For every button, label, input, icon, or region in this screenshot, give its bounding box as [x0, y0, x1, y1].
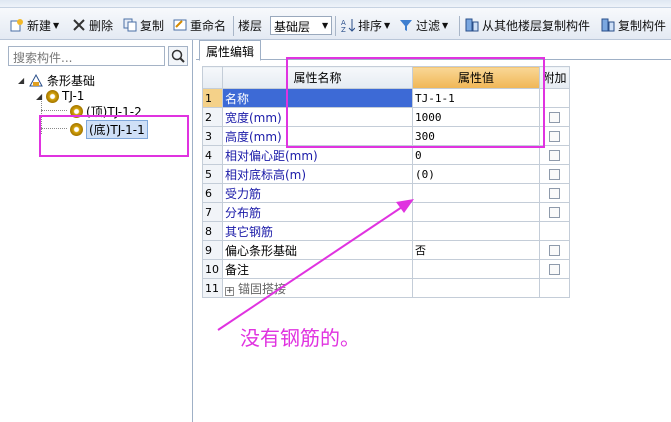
- extra-checkbox[interactable]: [549, 131, 560, 142]
- property-name-cell[interactable]: 受力筋: [222, 183, 413, 203]
- rename-icon: [173, 18, 187, 32]
- collapse-icon[interactable]: ◢: [18, 76, 28, 85]
- copy-component-button[interactable]: 复制构件: [601, 14, 666, 36]
- table-row[interactable]: 8 其它钢筋: [202, 221, 570, 241]
- extra-checkbox[interactable]: [549, 264, 560, 275]
- component-tree-panel: 搜索构件... ◢ 条形基础 ◢ TJ-1 (顶)TJ-1-2 (底)TJ-1-…: [0, 40, 193, 422]
- extra-checkbox-cell: [539, 164, 570, 184]
- row-number: 6: [202, 183, 223, 203]
- property-value-cell[interactable]: (0): [412, 164, 540, 184]
- copy-icon: [123, 18, 137, 32]
- extra-checkbox[interactable]: [549, 169, 560, 180]
- tab-property-edit[interactable]: 属性编辑: [199, 40, 262, 61]
- row-number: 4: [202, 145, 223, 165]
- row-number: 2: [202, 107, 223, 127]
- table-row[interactable]: 10 备注: [202, 259, 570, 279]
- delete-button[interactable]: 删除: [72, 14, 113, 36]
- strip-foundation-icon: [28, 73, 44, 87]
- property-name-cell[interactable]: + 锚固搭接: [222, 278, 413, 298]
- extra-checkbox[interactable]: [549, 150, 560, 161]
- new-icon: [10, 18, 24, 32]
- table-row[interactable]: 4 相对偏心距(mm) 0: [202, 145, 570, 165]
- floor-label: 楼层: [238, 18, 263, 33]
- property-name-cell[interactable]: 相对底标高(m): [222, 164, 413, 184]
- component-icon: [46, 89, 59, 103]
- filter-icon: [399, 18, 413, 32]
- chevron-down-icon: ▼: [322, 20, 329, 30]
- tree-item-group[interactable]: ◢ TJ-1: [36, 88, 84, 104]
- row-number: 3: [202, 126, 223, 146]
- property-name-cell[interactable]: 备注: [222, 259, 413, 279]
- property-value-cell[interactable]: [412, 259, 540, 279]
- search-input[interactable]: 搜索构件...: [8, 46, 165, 66]
- chevron-down-icon: ▼: [53, 20, 60, 30]
- chevron-down-icon: ▼: [442, 20, 449, 30]
- filter-button[interactable]: 过滤 ▼: [399, 14, 448, 36]
- row-number: 8: [202, 221, 223, 241]
- chevron-down-icon: ▼: [384, 20, 391, 30]
- property-name-cell[interactable]: 分布筋: [222, 202, 413, 222]
- delete-icon: [72, 18, 86, 32]
- rename-button[interactable]: 重命名: [173, 14, 226, 36]
- separator: [335, 16, 336, 36]
- annotation-box-properties: [286, 57, 545, 148]
- row-number: 1: [202, 88, 223, 108]
- row-number: 7: [202, 202, 223, 222]
- extra-checkbox-cell: [539, 278, 570, 298]
- extra-checkbox-cell: [539, 259, 570, 279]
- row-number: 11: [202, 278, 223, 298]
- extra-checkbox-cell: [539, 183, 570, 203]
- svg-text:Z: Z: [341, 26, 346, 32]
- tree-item-root[interactable]: ◢ 条形基础: [18, 72, 95, 88]
- annotation-box-tree-item: [39, 115, 189, 157]
- extra-checkbox[interactable]: [549, 245, 560, 256]
- table-row[interactable]: 9 偏心条形基础否: [202, 240, 570, 260]
- table-row[interactable]: 5 相对底标高(m) (0): [202, 164, 570, 184]
- property-value-cell[interactable]: [412, 183, 540, 203]
- new-button[interactable]: 新建 ▼: [10, 14, 59, 36]
- row-number: 10: [202, 259, 223, 279]
- extra-checkbox-cell: [539, 221, 570, 241]
- sort-icon: AZ: [341, 18, 356, 34]
- property-value-cell[interactable]: 否: [412, 240, 540, 260]
- property-value-cell[interactable]: [412, 221, 540, 241]
- property-name-label: 锚固搭接: [238, 281, 287, 296]
- property-value-cell[interactable]: [412, 202, 540, 222]
- row-number-header: [202, 66, 223, 89]
- property-name-cell[interactable]: 相对偏心距(mm): [222, 145, 413, 165]
- collapse-icon[interactable]: ◢: [36, 92, 46, 101]
- property-value-cell[interactable]: 0: [412, 145, 540, 165]
- copy-component-icon: [601, 18, 615, 32]
- toolbar: 新建 ▼ 删除 复制 重命名 楼层 基础层 ▼ AZ 排序 ▼ 过滤 ▼ 从其他楼层复…: [0, 8, 671, 40]
- row-number: 9: [202, 240, 223, 260]
- annotation-note: 没有钢筋的。: [240, 326, 360, 350]
- table-row[interactable]: 11 + 锚固搭接: [202, 278, 570, 298]
- extra-checkbox-cell: [539, 145, 570, 165]
- row-number: 5: [202, 164, 223, 184]
- title-strip: [0, 0, 671, 8]
- copy-from-floor-button[interactable]: 从其他楼层复制构件: [465, 14, 590, 36]
- separator: [233, 16, 234, 36]
- copy-button[interactable]: 复制: [123, 14, 164, 36]
- extra-checkbox[interactable]: [549, 188, 560, 199]
- search-button[interactable]: [168, 46, 188, 66]
- property-name-cell[interactable]: 其它钢筋: [222, 221, 413, 241]
- floor-select-dropdown[interactable]: ▼: [320, 14, 328, 36]
- sort-button[interactable]: AZ 排序 ▼: [341, 14, 390, 36]
- table-row[interactable]: 6 受力筋: [202, 183, 570, 203]
- extra-checkbox-cell: [539, 240, 570, 260]
- separator: [459, 16, 460, 36]
- table-row[interactable]: 7 分布筋: [202, 202, 570, 222]
- property-value-cell[interactable]: [412, 278, 540, 298]
- search-icon: [171, 49, 185, 63]
- extra-checkbox-cell: [539, 202, 570, 222]
- copy-from-floor-icon: [465, 18, 479, 32]
- tree-line: [41, 110, 67, 111]
- expand-icon[interactable]: +: [225, 286, 234, 296]
- property-name-cell[interactable]: 偏心条形基础: [222, 240, 413, 260]
- extra-checkbox[interactable]: [549, 207, 560, 218]
- extra-checkbox[interactable]: [549, 112, 560, 123]
